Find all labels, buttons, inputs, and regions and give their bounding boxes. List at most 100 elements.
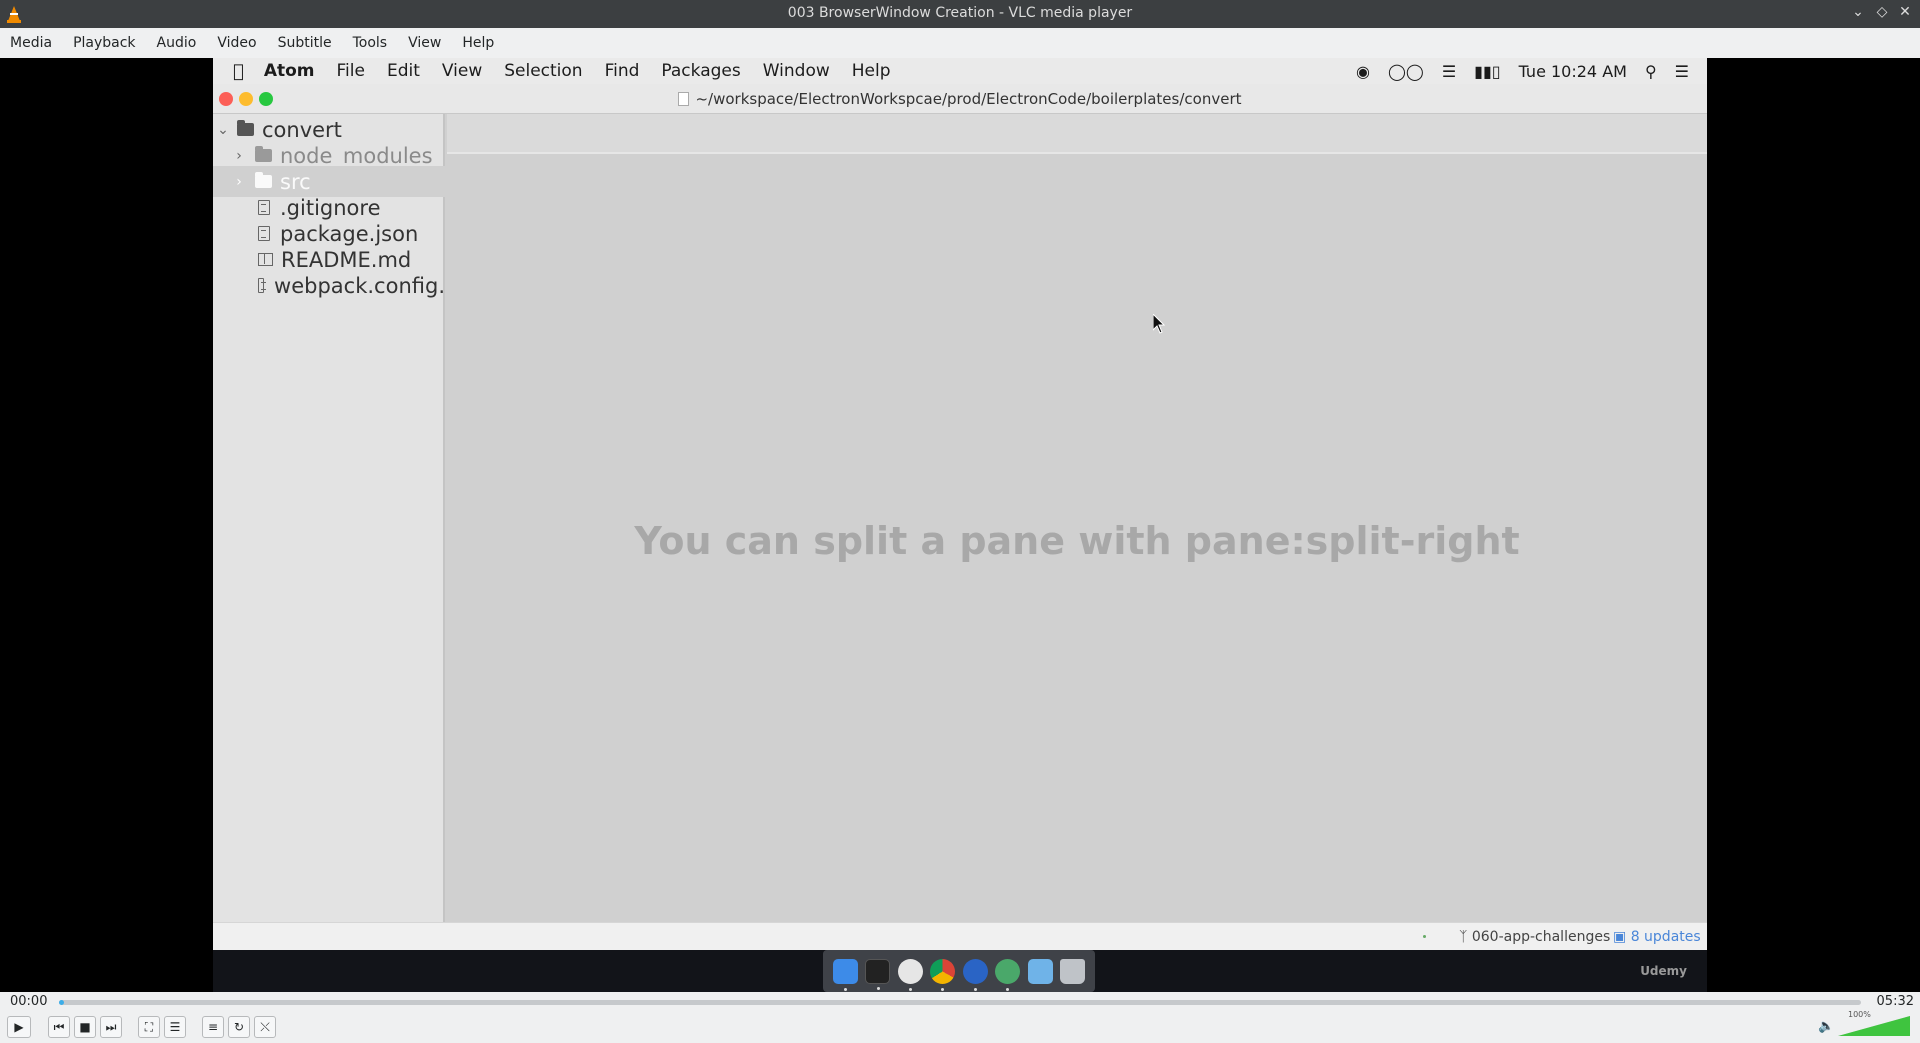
vlc-titlebar: 003 BrowserWindow Creation - VLC media p…: [0, 0, 1920, 28]
previous-button[interactable]: ⏮: [48, 1016, 70, 1038]
stop-button[interactable]: ■: [74, 1016, 96, 1038]
editor-pane: You can split a pane with pane:split-rig…: [447, 114, 1707, 922]
atom-path: ~/workspace/ElectronWorkspcae/prod/Elect…: [213, 90, 1707, 108]
file-icon: [258, 200, 270, 215]
stop-icon: ■: [79, 1020, 91, 1034]
file-icon: [258, 278, 267, 293]
maximize-window-icon[interactable]: ◇: [1872, 4, 1892, 20]
document-icon: [678, 92, 690, 106]
mac-menu-view: View: [431, 61, 482, 81]
glasses-icon: ◯◯: [1388, 61, 1424, 81]
folder-icon: [255, 146, 272, 162]
menu-subtitle[interactable]: Subtitle: [278, 35, 332, 51]
close-window-icon[interactable]: ✕: [1895, 4, 1915, 20]
fullscreen-icon: ⛶: [144, 1019, 154, 1034]
spotlight-search-icon: ⚲: [1644, 61, 1657, 81]
menu-media[interactable]: Media: [10, 35, 52, 51]
chevron-right-icon: ›: [236, 147, 242, 164]
volume-slider[interactable]: [1838, 1012, 1912, 1038]
finder-icon: [832, 958, 858, 991]
menu-view[interactable]: View: [408, 35, 441, 51]
play-icon: ▶: [14, 1020, 24, 1034]
minimize-window-icon[interactable]: ⌄: [1848, 4, 1868, 20]
browser-icon: [962, 958, 988, 991]
mac-menu-file: File: [325, 61, 365, 81]
mac-status-area: ◉ ◯◯ ☰ ▮▮▯ Tue 10:24 AM ⚲ ☰: [1356, 58, 1707, 84]
tab-bar: [447, 114, 1707, 154]
extended-settings-button[interactable]: ☰: [164, 1016, 186, 1038]
record-icon: ◉: [1356, 61, 1370, 81]
battery-icon: ▮▮▯: [1474, 61, 1501, 81]
atom-window: ~/workspace/ElectronWorkspcae/prod/Elect…: [213, 84, 1707, 950]
playlist-button[interactable]: ≡: [202, 1016, 224, 1038]
shuffle-button[interactable]: ⤬: [254, 1016, 276, 1038]
tree-view: ⌄ convert › node_modules › src .gitignor…: [213, 114, 445, 922]
status-dot-icon: [1423, 935, 1426, 938]
tree-folder-label: node_modules: [280, 143, 433, 168]
updates-badge: ▣ 8 updates: [1613, 929, 1701, 945]
tree-file-label: .gitignore: [280, 195, 381, 220]
tree-file-label: package.json: [280, 221, 419, 246]
udemy-watermark: Udemy: [1640, 964, 1687, 978]
mac-menu-find: Find: [593, 61, 640, 81]
play-button[interactable]: ▶: [7, 1016, 31, 1038]
file-icon: [258, 226, 270, 241]
mac-menu-edit: Edit: [376, 61, 420, 81]
menu-audio[interactable]: Audio: [157, 35, 197, 51]
playlist-icon: ≡: [207, 1020, 219, 1034]
window-title: 003 BrowserWindow Creation - VLC media p…: [787, 5, 1133, 21]
tree-file-webpack-config: webpack.config.: [213, 270, 445, 301]
smiley-app-icon: [897, 958, 923, 991]
tree-file-label: webpack.config.: [274, 273, 445, 298]
menu-tools[interactable]: Tools: [353, 35, 388, 51]
loop-icon: ↻: [233, 1020, 245, 1034]
atom-titlebar: ~/workspace/ElectronWorkspcae/prod/Elect…: [213, 84, 1707, 114]
chevron-down-icon: ⌄: [217, 121, 229, 138]
mac-menu-packages: Packages: [650, 61, 740, 81]
downloads-folder-icon: [1027, 958, 1053, 984]
next-button[interactable]: ⏭: [100, 1016, 122, 1038]
tree-file-label: README.md: [281, 247, 412, 272]
video-area[interactable]:  Atom File Edit View Selection Find Pac…: [0, 58, 1920, 992]
terminal-icon: [865, 958, 891, 990]
atom-path-text: ~/workspace/ElectronWorkspcae/prod/Elect…: [695, 90, 1242, 108]
wifi-icon: ☰: [1441, 61, 1457, 81]
vlc-controls: 00:00 05:32 ▶ ⏮ ■ ⏭ ⛶ ☰ ≡ ↻ ⤬ 🔈 100%: [0, 992, 1920, 1043]
git-branch: ᛉ 060-app-challenges: [1459, 929, 1610, 945]
folder-icon: [255, 172, 272, 188]
total-time: 05:32: [1876, 994, 1914, 1009]
equalizer-icon: ☰: [169, 1020, 181, 1034]
apple-icon: : [233, 61, 244, 82]
package-icon: ▣: [1613, 929, 1627, 945]
seek-bar[interactable]: [59, 1000, 1861, 1005]
previous-icon: ⏮: [53, 1019, 65, 1034]
chrome-icon: [930, 958, 956, 991]
mac-menu-help: Help: [840, 61, 891, 81]
elapsed-time: 00:00: [10, 994, 48, 1009]
menu-help[interactable]: Help: [462, 35, 494, 51]
folder-icon: [237, 120, 254, 136]
mac-clock: Tue 10:24 AM: [1518, 61, 1627, 81]
shuffle-icon: ⤬: [260, 1019, 270, 1034]
mac-menu-selection: Selection: [493, 61, 582, 81]
updates-label: 8 updates: [1630, 929, 1701, 945]
book-icon: [258, 253, 273, 266]
menu-playback[interactable]: Playback: [73, 35, 135, 51]
next-icon: ⏭: [105, 1019, 117, 1034]
atom-dock-icon: [995, 958, 1021, 991]
tree-root-label: convert: [262, 117, 342, 142]
video-frame:  Atom File Edit View Selection Find Pac…: [213, 58, 1707, 992]
speaker-icon[interactable]: 🔈: [1818, 1019, 1834, 1034]
git-branch-icon: ᛉ: [1459, 929, 1468, 945]
fullscreen-button[interactable]: ⛶: [138, 1016, 160, 1038]
mac-app-name: Atom: [253, 61, 315, 81]
seek-bar-fill: [59, 1000, 65, 1005]
notification-list-icon: ☰: [1674, 61, 1689, 81]
atom-statusbar: ᛉ 060-app-challenges ▣ 8 updates: [213, 922, 1707, 950]
mac-dock: [823, 950, 1095, 992]
menu-video[interactable]: Video: [217, 35, 256, 51]
loop-button[interactable]: ↻: [228, 1016, 250, 1038]
mouse-cursor-icon: [1153, 314, 1165, 334]
git-branch-label: 060-app-challenges: [1471, 929, 1611, 945]
tree-folder-label: src: [280, 169, 311, 194]
